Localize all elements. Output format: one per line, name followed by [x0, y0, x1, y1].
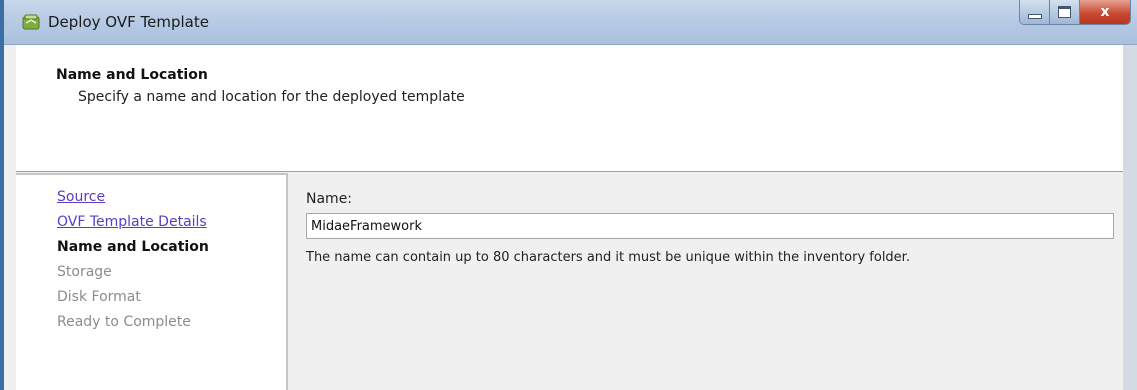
minimize-icon — [1027, 13, 1042, 19]
deploy-ovf-window: Deploy OVF Template x Name and Location … — [0, 0, 1137, 390]
step-ready-to-complete: Ready to Complete — [57, 314, 191, 330]
ovf-template-icon — [22, 13, 40, 31]
window-title: Deploy OVF Template — [48, 13, 209, 31]
title-bar[interactable]: Deploy OVF Template x — [4, 0, 1137, 45]
window-right-edge — [1123, 45, 1137, 390]
step-source[interactable]: Source — [57, 185, 209, 210]
close-icon: x — [1100, 4, 1110, 20]
wizard-content-panel: Name: The name can contain up to 80 char… — [288, 173, 1123, 390]
page-subtitle: Specify a name and location for the depl… — [78, 89, 465, 105]
window-controls: x — [1019, 0, 1131, 25]
wizard-header: Name and Location Specify a name and loc… — [16, 45, 1123, 172]
page-title: Name and Location — [56, 67, 208, 83]
step-disk-format: Disk Format — [57, 289, 141, 305]
minimize-button[interactable] — [1020, 0, 1050, 24]
close-button[interactable]: x — [1080, 0, 1130, 24]
maximize-icon — [1058, 6, 1071, 18]
name-input[interactable] — [306, 213, 1114, 239]
name-label: Name: — [306, 191, 353, 207]
wizard-steps-panel: Source OVF Template Details Name and Loc… — [16, 173, 288, 390]
step-ovf-template-details[interactable]: OVF Template Details — [57, 210, 209, 235]
steps-list: Source OVF Template Details Name and Loc… — [57, 185, 209, 335]
maximize-button[interactable] — [1050, 0, 1080, 24]
step-storage: Storage — [57, 264, 112, 280]
step-name-and-location: Name and Location — [57, 239, 209, 255]
name-hint-text: The name can contain up to 80 characters… — [306, 250, 910, 265]
